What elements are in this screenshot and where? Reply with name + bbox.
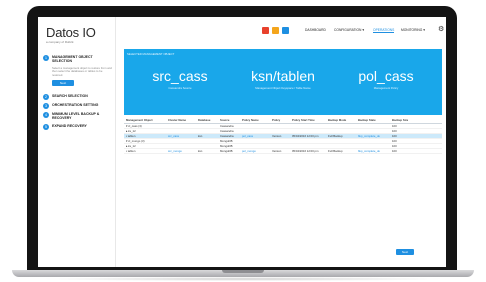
banner-policy: pol_cass Management Policy <box>336 68 436 91</box>
step-label: Orchestration Setting <box>52 103 99 108</box>
sidebar-next-button[interactable]: Next <box>52 80 74 87</box>
table-cell: ▾ cl_cass (3) <box>126 124 142 128</box>
table-cell: MongoDB <box>220 149 233 153</box>
banner-source: src_cass Cassandra Source <box>130 68 230 91</box>
banner-object: ksn/tablen Management Object Keyspace / … <box>233 68 333 91</box>
table-header: Management Object Cluster Name Database Sou… <box>124 117 442 124</box>
nav-monitoring[interactable]: Monitoring ▾ <box>401 28 425 32</box>
table-cell: 100 <box>392 139 397 143</box>
app-tagline: a company of Rubrik <box>46 40 74 44</box>
laptop-frame: Datos IO a company of Rubrik 1 Management… <box>27 6 457 272</box>
wizard-step-row: 1 Management Object Selection <box>43 55 113 64</box>
table-cell: Cassandra <box>220 129 234 133</box>
column-header[interactable]: Management Object <box>124 118 166 122</box>
wizard-step[interactable]: 4 Minimum Level Backup & Recovery <box>43 112 113 121</box>
column-header[interactable]: Backup State <box>356 118 390 122</box>
table-cell: ▾ cl_mongo (3) <box>126 139 145 143</box>
laptop-shadow <box>40 277 446 281</box>
table-cell: 05/04/2016 12:00 pm <box>292 134 319 138</box>
laptop-notch <box>222 270 264 273</box>
step-label: Search Selection <box>52 94 88 99</box>
step-number-badge: 2 <box>43 94 49 101</box>
column-header[interactable]: Policy <box>270 118 290 122</box>
table-cell: src_mongo <box>168 149 182 153</box>
step-number-badge: 4 <box>43 112 49 119</box>
table-cell: ▪ tablen <box>126 149 136 153</box>
step-number-badge: 3 <box>43 103 49 110</box>
table-cell: ▸ ks_12 <box>126 144 136 148</box>
column-header[interactable]: Source <box>218 118 240 122</box>
table-cell: Full Backup <box>328 134 343 138</box>
app-logo: Datos IO <box>46 25 96 40</box>
step-label: Management Object Selection <box>52 55 93 64</box>
wizard-step-row: 2 Search Selection <box>43 94 113 101</box>
next-button[interactable]: Next <box>396 249 414 255</box>
policy-sub: Management Policy <box>373 86 399 90</box>
table-cell: Version <box>272 134 282 138</box>
column-header[interactable]: Backup Mode <box>326 118 356 122</box>
step-number-badge: 1 <box>43 55 49 61</box>
column-header[interactable]: Backup Size <box>390 118 408 122</box>
alert-button-red[interactable] <box>262 27 269 34</box>
table-cell: Cassandra <box>220 134 234 138</box>
nav-operations[interactable]: Operations <box>373 28 395 33</box>
table-cell: Full Backup <box>328 149 343 153</box>
table-cell: Version <box>272 149 282 153</box>
table-cell: MongoDB <box>220 139 233 143</box>
column-header[interactable]: Cluster Name <box>166 118 196 122</box>
table-cell: 05/04/2016 12:00 pm <box>292 149 319 153</box>
table-row[interactable]: ▪ tablen src_mongo ksn MongoDB pol_mongo Vers… <box>124 149 442 154</box>
table-cell: bkp_complete_ok <box>358 134 380 138</box>
wizard-step[interactable]: 3 Orchestration Setting <box>43 103 113 110</box>
step-number-badge: 5 <box>43 123 49 130</box>
objects-table: Management Object Cluster Name Database Sou… <box>124 117 442 154</box>
source-name: src_cass <box>152 68 208 84</box>
table-cell: ksn <box>198 134 203 138</box>
header: Dashboard Configuration ▾ Operations Mon… <box>116 17 446 43</box>
nav-configuration[interactable]: Configuration ▾ <box>334 28 364 32</box>
table-cell: 100 <box>392 129 397 133</box>
wizard-step-row: 3 Orchestration Setting <box>43 103 113 110</box>
source-sub: Cassandra Source <box>168 86 192 90</box>
step-label: Minimum Level Backup & Recovery <box>52 112 100 121</box>
table-body: ▾ cl_cass (3) Cassandra 100 ▸ ks_12 Cassand… <box>124 124 442 154</box>
wizard-step[interactable]: 1 Management Object Selection Select a man… <box>43 55 113 77</box>
table-cell: bkp_complete_ok <box>358 149 380 153</box>
table-cell: ksn <box>198 149 203 153</box>
selection-banner: Selected Management Object src_cass Cass… <box>124 49 442 115</box>
column-header[interactable]: Policy Start Time <box>290 118 326 122</box>
wizard-step[interactable]: 5 Expand Recovery <box>43 123 113 130</box>
wizard-steps: 1 Management Object Selection Select a man… <box>43 55 113 133</box>
nav-dashboard[interactable]: Dashboard <box>305 28 326 32</box>
table-cell: src_cass <box>168 134 180 138</box>
wizard-step-row: 4 Minimum Level Backup & Recovery <box>43 112 113 121</box>
sidebar: Datos IO a company of Rubrik 1 Management… <box>38 17 116 267</box>
banner-label: Selected Management Object <box>127 52 175 56</box>
table-cell: Cassandra <box>220 124 234 128</box>
step-label: Expand Recovery <box>52 123 87 128</box>
step-description: Select a management object to restore fr… <box>52 65 112 77</box>
table-cell: pol_cass <box>242 134 254 138</box>
alert-button-blue[interactable] <box>282 27 289 34</box>
table-cell: 100 <box>392 124 397 128</box>
table-cell: ▪ tablen <box>126 134 136 138</box>
policy-name: pol_cass <box>358 68 414 84</box>
table-cell: 100 <box>392 149 397 153</box>
column-header[interactable]: Policy Name <box>240 118 270 122</box>
gear-icon[interactable]: ⚙ <box>438 26 444 33</box>
app-screen: Datos IO a company of Rubrik 1 Management… <box>38 17 446 267</box>
object-name: ksn/tablen <box>251 68 315 84</box>
table-cell: MongoDB <box>220 144 233 148</box>
column-header[interactable]: Database <box>196 118 218 122</box>
table-cell: 100 <box>392 134 397 138</box>
table-cell: pol_mongo <box>242 149 256 153</box>
alert-button-orange[interactable] <box>272 27 279 34</box>
wizard-step[interactable]: 2 Search Selection <box>43 94 113 101</box>
laptop-base <box>12 270 474 277</box>
table-cell: ▸ ks_12 <box>126 129 136 133</box>
wizard-step-row: 5 Expand Recovery <box>43 123 113 130</box>
object-sub: Management Object Keyspace / Table Name <box>255 86 311 90</box>
table-cell: 100 <box>392 144 397 148</box>
